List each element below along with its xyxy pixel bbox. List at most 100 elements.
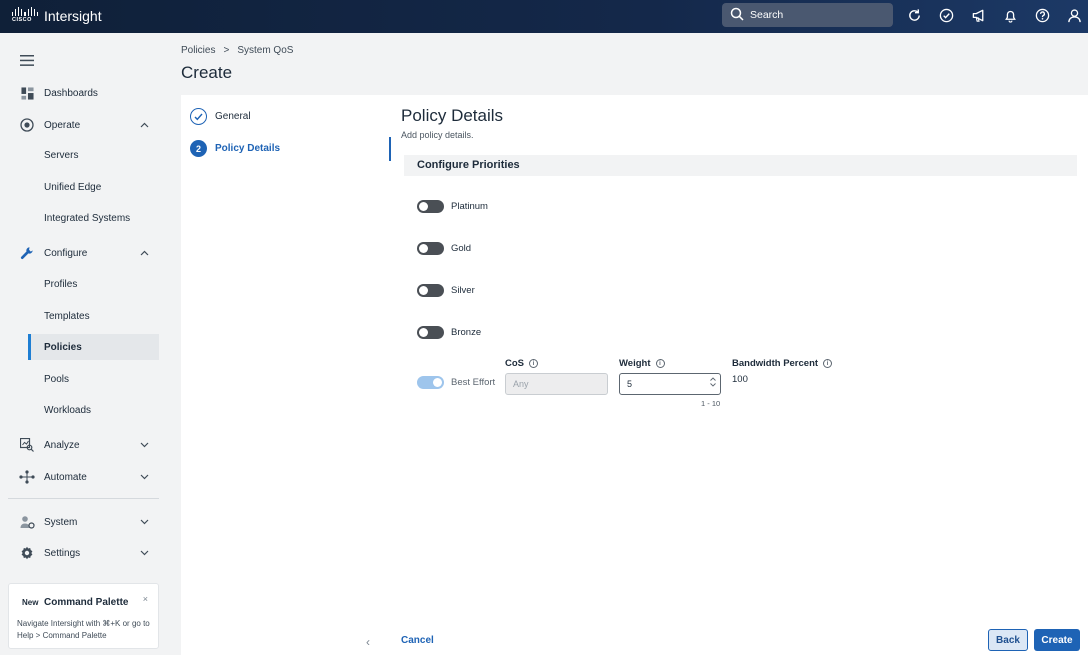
command-palette-description: Navigate Intersight with ⌘+K or go to He…: [17, 619, 150, 640]
sidebar-item-workloads[interactable]: Workloads: [28, 397, 159, 423]
sidebar-item-servers[interactable]: Servers: [28, 142, 159, 168]
sidebar-item-system[interactable]: System: [8, 510, 159, 534]
cancel-button[interactable]: Cancel: [401, 635, 434, 646]
sidebar-divider: [8, 498, 159, 499]
check-circle-icon: [190, 108, 207, 125]
sidebar-item-label: Dashboards: [44, 87, 98, 99]
sidebar-item-profiles[interactable]: Profiles: [28, 271, 159, 297]
weight-value: 5: [627, 379, 633, 389]
sidebar-item-analyze[interactable]: Analyze: [8, 433, 159, 457]
sidebar-item-label: Configure: [44, 247, 88, 259]
priority-label: Bronze: [451, 327, 482, 338]
sidebar-item-unified-edge[interactable]: Unified Edge: [28, 174, 159, 200]
step-general[interactable]: General: [190, 108, 251, 125]
sidebar-item-operate[interactable]: Operate: [8, 113, 159, 137]
info-icon[interactable]: i: [823, 359, 833, 368]
step-number: 2: [190, 140, 207, 157]
sidebar-item-configure[interactable]: Configure: [8, 241, 159, 265]
cos-label-text: CoS: [505, 358, 524, 369]
silver-toggle[interactable]: [417, 284, 444, 297]
cos-placeholder: Any: [513, 379, 529, 389]
step-label: Policy Details: [215, 143, 281, 154]
breadcrumb-system-qos: System QoS: [237, 45, 294, 56]
refresh-icon[interactable]: [904, 5, 925, 26]
chevron-down-icon: [140, 517, 149, 528]
policy-details-subtitle: Add policy details.: [401, 130, 474, 140]
sidebar-item-settings[interactable]: Settings: [8, 541, 159, 565]
sidebar-item-templates[interactable]: Templates: [28, 303, 159, 329]
weight-range-hint: 1 - 10: [701, 399, 721, 408]
command-palette-card: New Command Palette × Navigate Intersigh…: [8, 583, 159, 649]
priority-silver: Silver: [417, 284, 475, 297]
cisco-logo[interactable]: CISCO Intersight: [12, 7, 102, 25]
priority-label: Gold: [451, 243, 472, 254]
chevron-up-icon: [140, 120, 149, 131]
app-name: Intersight: [44, 8, 102, 24]
platinum-toggle[interactable]: [417, 200, 444, 213]
sidebar-item-policies[interactable]: Policies: [28, 334, 159, 360]
sidebar-item-label: Analyze: [44, 439, 80, 451]
wrench-icon: [19, 245, 35, 261]
bandwidth-label-text: Bandwidth Percent: [732, 358, 819, 369]
top-bar: CISCO Intersight Search: [0, 0, 1088, 33]
search-placeholder: Search: [750, 9, 784, 21]
info-icon[interactable]: i: [529, 359, 538, 368]
current-step-indicator: [389, 137, 391, 161]
cos-input: Any: [505, 373, 608, 395]
automate-icon: [19, 469, 35, 485]
weight-label-text: Weight: [619, 358, 651, 369]
close-icon[interactable]: ×: [143, 594, 148, 604]
chevron-down-icon: [140, 440, 149, 451]
wizard-panel: General 2 Policy Details Policy Details …: [181, 95, 1088, 655]
priority-label: Silver: [451, 285, 475, 296]
sidebar-item-dashboards[interactable]: Dashboards: [8, 81, 159, 105]
dashboard-icon: [19, 85, 35, 101]
sidebar-item-label: System: [44, 516, 78, 528]
sidebar-item-pools[interactable]: Pools: [28, 366, 159, 392]
create-button[interactable]: Create: [1034, 629, 1080, 651]
sidebar-item-label: Operate: [44, 119, 81, 131]
chevron-down-icon: [140, 472, 149, 483]
number-stepper[interactable]: [710, 377, 716, 387]
breadcrumb-separator: >: [223, 45, 230, 56]
analyze-icon: [19, 437, 35, 453]
bronze-toggle[interactable]: [417, 326, 444, 339]
step-policy-details[interactable]: 2 Policy Details: [190, 140, 280, 157]
page-title: Create: [181, 63, 233, 82]
configure-priorities-section: Configure Priorities: [404, 155, 1077, 176]
sidebar-item-automate[interactable]: Automate: [8, 465, 159, 489]
hamburger-menu-icon[interactable]: [20, 55, 34, 69]
info-icon[interactable]: i: [655, 359, 665, 368]
cisco-logo-mark: CISCO: [12, 7, 38, 25]
section-title: Configure Priorities: [417, 159, 520, 171]
sidebar-item-label: Automate: [44, 471, 87, 483]
search-icon: [730, 7, 744, 24]
priority-label: Best Effort: [451, 377, 496, 388]
announcement-megaphone-icon[interactable]: [968, 5, 989, 26]
chevron-left-icon[interactable]: ‹: [366, 635, 370, 649]
sidebar-item-label: Settings: [44, 547, 81, 559]
help-icon[interactable]: [1032, 5, 1053, 26]
search-input[interactable]: Search: [722, 3, 893, 27]
tasks-check-icon[interactable]: [936, 5, 957, 26]
user-icon[interactable]: [1064, 5, 1085, 26]
priority-best-effort: Best Effort: [417, 376, 495, 389]
weight-input[interactable]: 5: [619, 373, 721, 395]
priority-bronze: Bronze: [417, 326, 481, 339]
back-button[interactable]: Back: [988, 629, 1028, 651]
step-label: General: [215, 111, 251, 122]
best-effort-toggle: [417, 376, 444, 389]
policy-details-title: Policy Details: [401, 106, 504, 125]
cos-label: CoS i: [505, 358, 538, 369]
gold-toggle[interactable]: [417, 242, 444, 255]
notifications-bell-icon[interactable]: [1000, 5, 1021, 26]
chevron-down-icon: [140, 548, 149, 559]
cisco-logo-word: CISCO: [12, 17, 32, 23]
breadcrumb-policies[interactable]: Policies: [181, 45, 215, 56]
system-icon: [19, 514, 35, 530]
priority-gold: Gold: [417, 242, 471, 255]
bandwidth-percent-label: Bandwidth Percent i: [732, 358, 833, 369]
operate-icon: [19, 117, 35, 133]
sidebar-item-integrated-systems[interactable]: Integrated Systems: [28, 205, 159, 231]
sidebar: Dashboards Operate Servers Unified Edge …: [0, 33, 170, 655]
